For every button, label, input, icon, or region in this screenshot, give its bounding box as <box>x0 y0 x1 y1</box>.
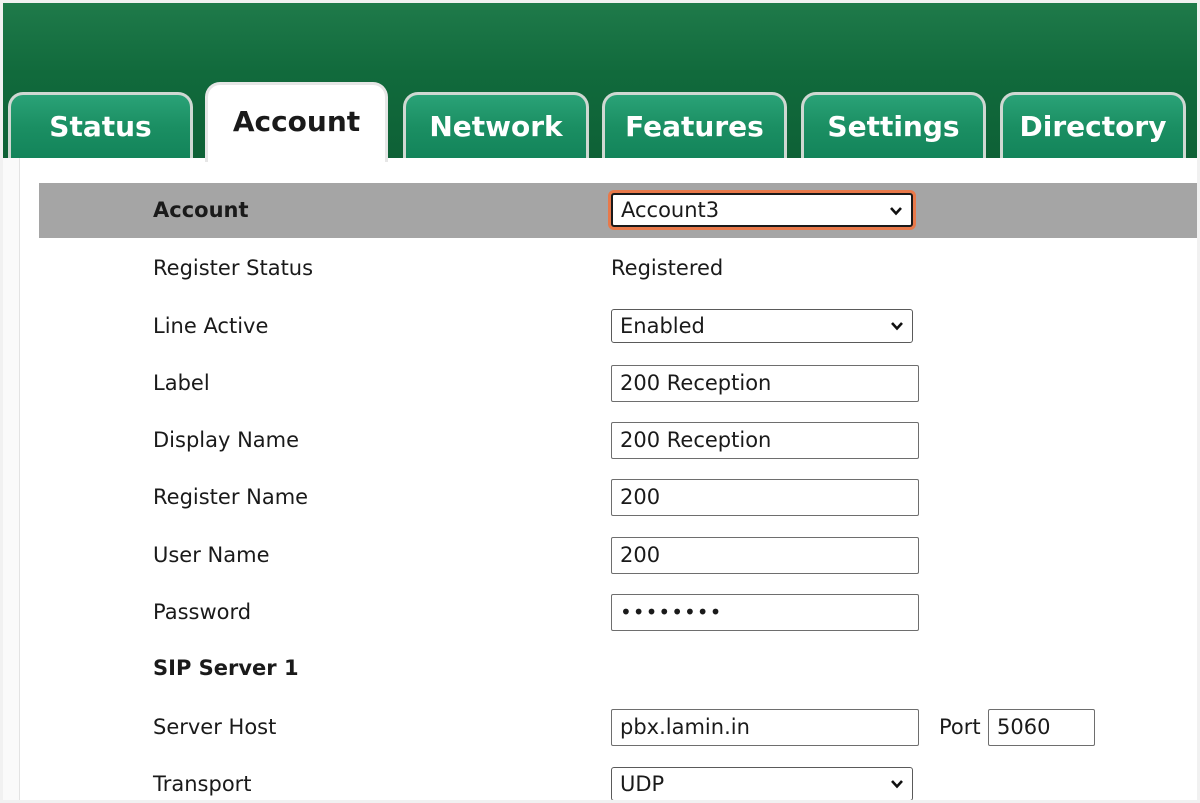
line-active-select-value: Enabled <box>620 314 705 338</box>
tab-status[interactable]: Status <box>8 92 193 158</box>
left-frame-border <box>3 158 20 800</box>
password-label: Password <box>153 600 252 624</box>
line-active-label: Line Active <box>153 314 269 338</box>
web-ui-frame: Status Account Network Features Settings… <box>3 3 1197 800</box>
server-host-input[interactable]: pbx.lamin.in <box>611 709 919 746</box>
label-field-label: Label <box>153 371 210 395</box>
port-input[interactable]: 5060 <box>988 709 1095 746</box>
register-name-input[interactable]: 200 <box>611 479 919 516</box>
tab-settings[interactable]: Settings <box>801 92 986 158</box>
transport-label: Transport <box>153 772 252 796</box>
register-status-value: Registered <box>611 256 724 280</box>
server-host-label: Server Host <box>153 715 277 739</box>
user-name-input[interactable]: 200 <box>611 537 919 574</box>
chevron-down-icon <box>890 207 902 216</box>
tab-account[interactable]: Account <box>205 82 388 162</box>
transport-select[interactable]: UDP <box>611 767 913 800</box>
transport-select-value: UDP <box>620 772 665 796</box>
password-input[interactable]: •••••••• <box>611 594 919 631</box>
tab-directory[interactable]: Directory <box>1000 92 1186 158</box>
account-select[interactable]: Account3 <box>611 193 913 227</box>
register-name-label: Register Name <box>153 485 309 509</box>
user-name-label: User Name <box>153 543 270 567</box>
label-input[interactable]: 200 Reception <box>611 365 919 402</box>
chevron-down-icon <box>891 322 903 331</box>
chevron-down-icon <box>891 780 903 789</box>
display-name-label: Display Name <box>153 428 300 452</box>
sip-server-heading: SIP Server 1 <box>153 656 299 680</box>
tab-network[interactable]: Network <box>403 92 589 158</box>
account-select-value: Account3 <box>621 198 720 222</box>
port-label: Port <box>939 715 981 739</box>
display-name-input[interactable]: 200 Reception <box>611 422 919 459</box>
tab-features[interactable]: Features <box>602 92 787 158</box>
register-status-label: Register Status <box>153 256 314 280</box>
line-active-select[interactable]: Enabled <box>611 309 913 343</box>
account-label: Account <box>153 198 249 222</box>
